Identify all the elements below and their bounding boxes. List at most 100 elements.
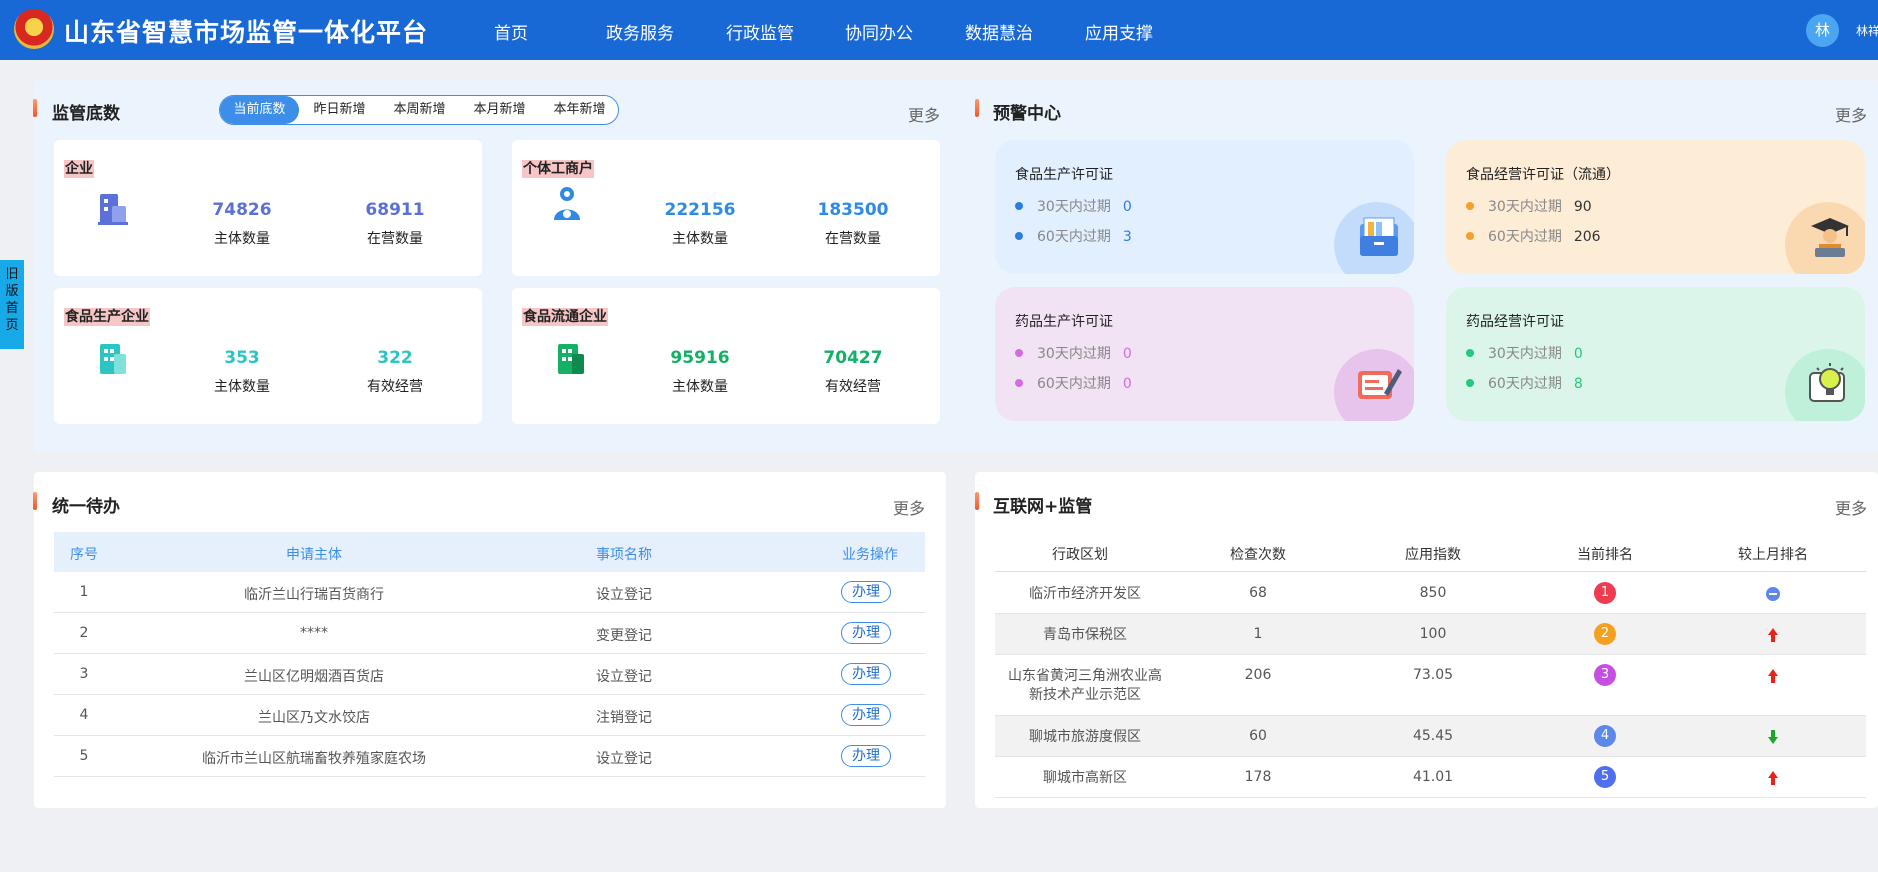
internet-more-link[interactable]: 更多 <box>1835 495 1867 519</box>
column-header: 检查次数 <box>1230 547 1286 563</box>
stat-label: 个体工商户 <box>522 160 594 178</box>
arrow-up-icon <box>1768 669 1778 683</box>
stat-label: 食品生产企业 <box>64 308 150 326</box>
title-accent <box>33 99 37 117</box>
period-tabs: 当前底数 昨日新增 本周新增 本月新增 本年新增 <box>219 95 619 125</box>
tab-yesterday[interactable]: 昨日新增 <box>300 96 379 124</box>
table-row: 4 兰山区乃文水饺店 注销登记 办理 <box>54 695 925 736</box>
table-row: 聊城市高新区 178 41.01 5 <box>995 757 1866 798</box>
table-row: 临沂市经济开发区 68 850 1 <box>995 573 1866 614</box>
tab-this-week[interactable]: 本周新增 <box>380 96 459 124</box>
region-line: 新技术产业示范区 <box>1029 687 1141 703</box>
user-avatar[interactable]: 林 <box>1806 14 1839 47</box>
column-header: 序号 <box>70 547 98 563</box>
column-header: 较上月排名 <box>1738 547 1808 563</box>
stat-value-total: 353 <box>224 348 260 368</box>
store-icon <box>558 344 584 374</box>
warn-card-drug-business[interactable]: 药品经营许可证 30天内过期 0 60天内过期 8 <box>1446 287 1865 421</box>
column-header: 申请主体 <box>286 547 342 563</box>
table-row: 3 兰山区亿明烟酒百货店 设立登记 办理 <box>54 654 925 695</box>
warn-row-60d: 60天内过期 206 <box>1466 226 1601 246</box>
column-header: 业务操作 <box>842 547 898 563</box>
username[interactable]: 林祥 <box>1856 22 1878 39</box>
nav-item-app-support[interactable]: 应用支撑 <box>1085 19 1153 44</box>
warning-more-link[interactable]: 更多 <box>1835 102 1867 126</box>
todo-table-header: 序号 申请主体 事项名称 业务操作 <box>54 532 925 572</box>
tab-this-year[interactable]: 本年新增 <box>540 96 619 124</box>
warn-row-label: 60天内过期 <box>1037 376 1111 392</box>
building-icon <box>98 194 128 225</box>
stat-value-active: 183500 <box>817 200 889 220</box>
warn-row-label: 60天内过期 <box>1037 229 1111 245</box>
tab-current[interactable]: 当前底数 <box>220 96 299 124</box>
check-count: 206 <box>1244 667 1272 683</box>
warn-card-food-production[interactable]: 食品生产许可证 30天内过期 0 60天内过期 3 <box>995 140 1414 274</box>
app-index: 45.45 <box>1412 728 1454 744</box>
warn-row-label: 60天内过期 <box>1488 229 1562 245</box>
applicant-name: **** <box>300 625 328 641</box>
warn-card-food-business[interactable]: 食品经营许可证（流通） 30天内过期 90 60天内过期 206 <box>1446 140 1865 274</box>
tab-this-month[interactable]: 本月新增 <box>460 96 539 124</box>
stat-caption: 在营数量 <box>367 231 423 247</box>
app-index: 850 <box>1419 585 1447 601</box>
process-button[interactable]: 办理 <box>841 581 891 603</box>
warn-row-value: 0 <box>1122 346 1132 362</box>
legacy-home-tab[interactable]: 旧版首页 <box>0 260 24 349</box>
stat-caption: 在营数量 <box>825 231 881 247</box>
warn-row-30d: 30天内过期 0 <box>1466 343 1583 363</box>
row-number: 4 <box>79 707 89 723</box>
nav-item-government-services[interactable]: 政务服务 <box>606 19 674 44</box>
warn-row-60d: 60天内过期 3 <box>1015 226 1132 246</box>
region-line: 青岛市保税区 <box>1043 627 1127 643</box>
column-header: 行政区划 <box>1052 547 1108 563</box>
matter-name: 设立登记 <box>596 587 652 603</box>
stat-caption: 有效经营 <box>367 379 423 395</box>
row-number: 5 <box>79 748 89 764</box>
stat-caption: 主体数量 <box>672 379 728 395</box>
rank-badge: 4 <box>1594 725 1616 747</box>
app-index: 41.01 <box>1412 769 1454 785</box>
todo-title: 统一待办 <box>52 497 120 517</box>
stat-card-enterprise[interactable]: 企业 74826 主体数量 68911 在营数量 <box>54 140 482 276</box>
stat-card-food-production[interactable]: 食品生产企业 353 主体数量 322 有效经营 <box>54 288 482 424</box>
warn-row-label: 30天内过期 <box>1488 199 1562 215</box>
nav-item-data-governance[interactable]: 数据慧治 <box>965 19 1033 44</box>
column-header: 事项名称 <box>596 547 652 563</box>
bullet-dot <box>1466 202 1474 210</box>
national-emblem-logo <box>14 9 54 49</box>
process-button[interactable]: 办理 <box>841 745 891 767</box>
bullet-dot <box>1015 202 1023 210</box>
region-line: 临沂市经济开发区 <box>1029 586 1141 602</box>
warn-row-value: 0 <box>1122 199 1132 215</box>
rank-badge: 3 <box>1594 664 1616 686</box>
warn-row-label: 30天内过期 <box>1488 346 1562 362</box>
title-accent <box>975 99 979 117</box>
warn-card-drug-production[interactable]: 药品生产许可证 30天内过期 0 60天内过期 0 <box>995 287 1414 421</box>
process-button[interactable]: 办理 <box>841 622 891 644</box>
rank-badge: 1 <box>1594 582 1616 604</box>
warn-row-30d: 30天内过期 0 <box>1015 196 1132 216</box>
arrow-down-icon <box>1768 730 1778 744</box>
region-name: 聊城市旅游度假区 <box>995 728 1175 747</box>
warn-row-value: 8 <box>1573 376 1583 392</box>
warn-row-label: 30天内过期 <box>1037 199 1111 215</box>
nav-item-home[interactable]: 首页 <box>494 19 528 44</box>
warn-row-60d: 60天内过期 0 <box>1015 373 1132 393</box>
table-row: 1 临沂兰山行瑞百货商行 设立登记 办理 <box>54 572 925 613</box>
stat-card-food-circulation[interactable]: 食品流通企业 95916 主体数量 70427 有效经营 <box>512 288 940 424</box>
bullet-dot <box>1466 349 1474 357</box>
stat-label: 食品流通企业 <box>522 308 608 326</box>
supervision-title: 监管底数 <box>52 104 120 124</box>
process-button[interactable]: 办理 <box>841 704 891 726</box>
warn-title: 药品经营许可证 <box>1466 314 1564 330</box>
title-accent <box>975 492 979 510</box>
process-button[interactable]: 办理 <box>841 663 891 685</box>
nav-item-administrative-supervision[interactable]: 行政监管 <box>726 19 794 44</box>
stat-card-individual[interactable]: 个体工商户 222156 主体数量 183500 在营数量 <box>512 140 940 276</box>
bullet-dot <box>1015 349 1023 357</box>
region-name: 临沂市经济开发区 <box>995 585 1175 604</box>
nav-item-collaborative-office[interactable]: 协同办公 <box>845 19 913 44</box>
supervision-more-link[interactable]: 更多 <box>908 102 940 126</box>
table-row: 2 **** 变更登记 办理 <box>54 613 925 654</box>
todo-more-link[interactable]: 更多 <box>893 495 925 519</box>
